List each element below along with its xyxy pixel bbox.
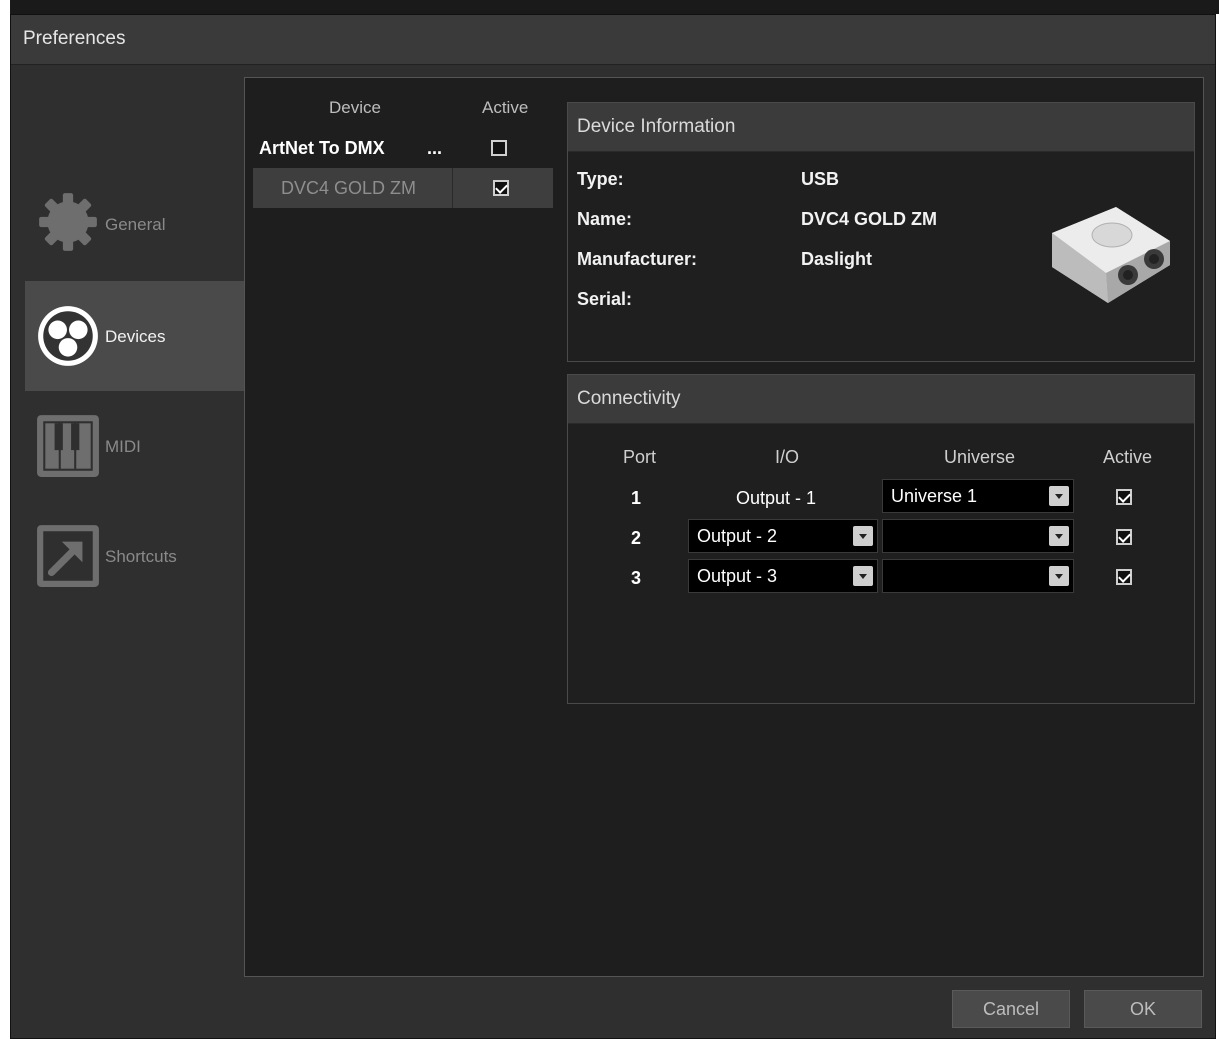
cancel-button[interactable]: Cancel — [952, 990, 1070, 1028]
port-active-checkbox[interactable] — [1116, 569, 1132, 585]
connectivity-header: Connectivity — [568, 375, 1194, 424]
device-information-title: Device Information — [577, 116, 736, 137]
device-name: ArtNet To DMX — [259, 138, 385, 158]
io-value: Output - 1 — [736, 488, 817, 508]
dropdown-arrow-icon — [853, 526, 873, 546]
io-dropdown[interactable]: Output - 3 — [688, 559, 878, 593]
dropdown-arrow-icon — [1049, 566, 1069, 586]
sidebar-item-general[interactable]: General — [25, 167, 245, 277]
sidebar-item-label: Devices — [105, 327, 166, 346]
sidebar-item-shortcuts[interactable]: Shortcuts — [25, 501, 245, 611]
connectivity-title: Connectivity — [577, 388, 681, 409]
type-label: Type: — [577, 169, 624, 189]
type-value: USB — [801, 169, 840, 189]
sidebar-item-label: MIDI — [105, 437, 141, 456]
gear-icon — [39, 193, 97, 251]
io-dropdown[interactable]: Output - 2 — [688, 519, 878, 553]
sidebar-item-label: Shortcuts — [105, 547, 177, 566]
shortcut-arrow-icon — [37, 525, 99, 587]
name-label: Name: — [577, 209, 633, 229]
port-number: 2 — [631, 528, 642, 548]
device-active-checkbox[interactable] — [493, 180, 509, 196]
device-information-header: Device Information — [568, 103, 1194, 152]
device-name-ellipsis: ... — [427, 138, 443, 158]
window-title: Preferences — [23, 28, 126, 49]
dropdown-arrow-icon — [853, 566, 873, 586]
port-column-header: Port — [623, 447, 657, 467]
connectivity-panel: Connectivity Port I/O Universe Active 1 … — [567, 374, 1195, 704]
port-number: 3 — [631, 568, 642, 588]
dropdown-arrow-icon — [1049, 526, 1069, 546]
manufacturer-label: Manufacturer: — [577, 249, 698, 269]
name-value: DVC4 GOLD ZM — [801, 209, 938, 229]
active-column-header: Active — [482, 98, 529, 117]
serial-label: Serial: — [577, 289, 633, 309]
title-bar: Preferences — [11, 15, 1215, 65]
usb-interface-icon — [1052, 207, 1170, 303]
active-column-header: Active — [1103, 447, 1153, 467]
device-row-artnet[interactable]: ArtNet To DMX ... — [253, 128, 553, 168]
sidebar-item-devices[interactable]: Devices — [25, 281, 245, 391]
device-name: DVC4 GOLD ZM — [281, 178, 417, 198]
device-row-dvc4[interactable]: DVC4 GOLD ZM — [253, 168, 553, 208]
devices-icon — [38, 306, 98, 366]
device-column-header: Device — [329, 98, 381, 117]
io-column-header: I/O — [775, 447, 800, 467]
port-number: 1 — [631, 488, 642, 508]
ok-button[interactable]: OK — [1084, 990, 1202, 1028]
universe-column-header: Universe — [944, 447, 1016, 467]
background-strip — [10, 0, 1219, 14]
universe-dropdown[interactable] — [882, 519, 1074, 553]
sidebar-item-label: General — [105, 215, 166, 234]
port-active-checkbox[interactable] — [1116, 489, 1132, 505]
universe-selected: Universe 1 — [891, 486, 978, 506]
universe-dropdown[interactable] — [882, 559, 1074, 593]
devices-panel: Device Active ArtNet To DMX ... DVC4 GOL… — [244, 77, 1204, 977]
piano-keys-icon — [37, 415, 99, 477]
device-active-checkbox[interactable] — [491, 140, 507, 156]
column-divider — [452, 168, 453, 208]
io-selected: Output - 2 — [697, 526, 778, 546]
port-active-checkbox[interactable] — [1116, 529, 1132, 545]
dropdown-arrow-icon — [1049, 486, 1069, 506]
preferences-window: Preferences General Devices MIDI Shortcu… — [10, 14, 1216, 1039]
sidebar-item-midi[interactable]: MIDI — [25, 391, 245, 501]
io-selected: Output - 3 — [697, 566, 778, 586]
device-information-panel: Device Information Type: USB Name: DVC4 … — [567, 102, 1195, 362]
universe-dropdown[interactable]: Universe 1 — [882, 479, 1074, 513]
manufacturer-value: Daslight — [801, 249, 873, 269]
